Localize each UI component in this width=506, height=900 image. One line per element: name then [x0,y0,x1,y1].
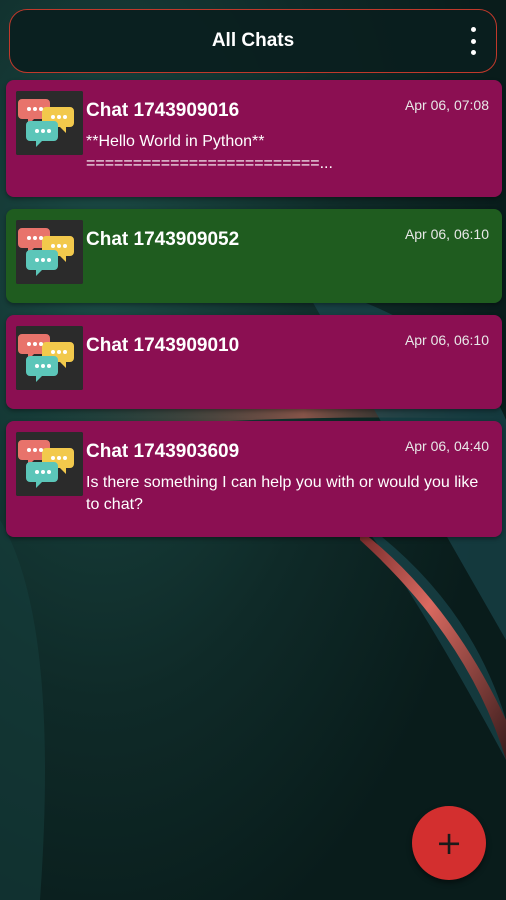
chat-preview: **Hello World in Python** ==============… [86,133,333,172]
chat-item-1[interactable]: Chat 1743909016 Apr 06, 07:08 **Hello Wo… [6,80,502,197]
chat-list: Chat 1743909016 Apr 06, 07:08 **Hello Wo… [6,80,502,549]
page-title: All Chats [211,30,295,51]
chat-item-4[interactable]: Chat 1743903609 Apr 06, 04:40 Is there s… [6,421,502,537]
chat-bubbles-icon [16,91,83,155]
chat-bubbles-icon [16,220,83,284]
chat-timestamp: Apr 06, 07:08 [404,97,489,113]
chat-item-2[interactable]: Chat 1743909052 Apr 06, 06:10 [6,209,502,303]
plus-icon: + [435,824,463,862]
chat-timestamp: Apr 06, 06:10 [404,332,489,348]
top-app-bar: All Chats [9,9,497,73]
chat-bubbles-icon [16,326,83,390]
chat-timestamp: Apr 06, 06:10 [404,226,489,242]
menu-dot [470,38,476,44]
menu-dot [470,50,476,55]
new-chat-button[interactable]: + [412,806,486,880]
chat-bubbles-icon [16,432,83,496]
chat-preview: Is there something I can help you with o… [86,474,483,513]
chat-item-3[interactable]: Chat 1743909010 Apr 06, 06:10 [6,315,502,409]
more-vert-icon[interactable] [466,25,480,57]
chat-timestamp: Apr 06, 04:40 [404,438,489,454]
menu-dot [470,27,476,32]
